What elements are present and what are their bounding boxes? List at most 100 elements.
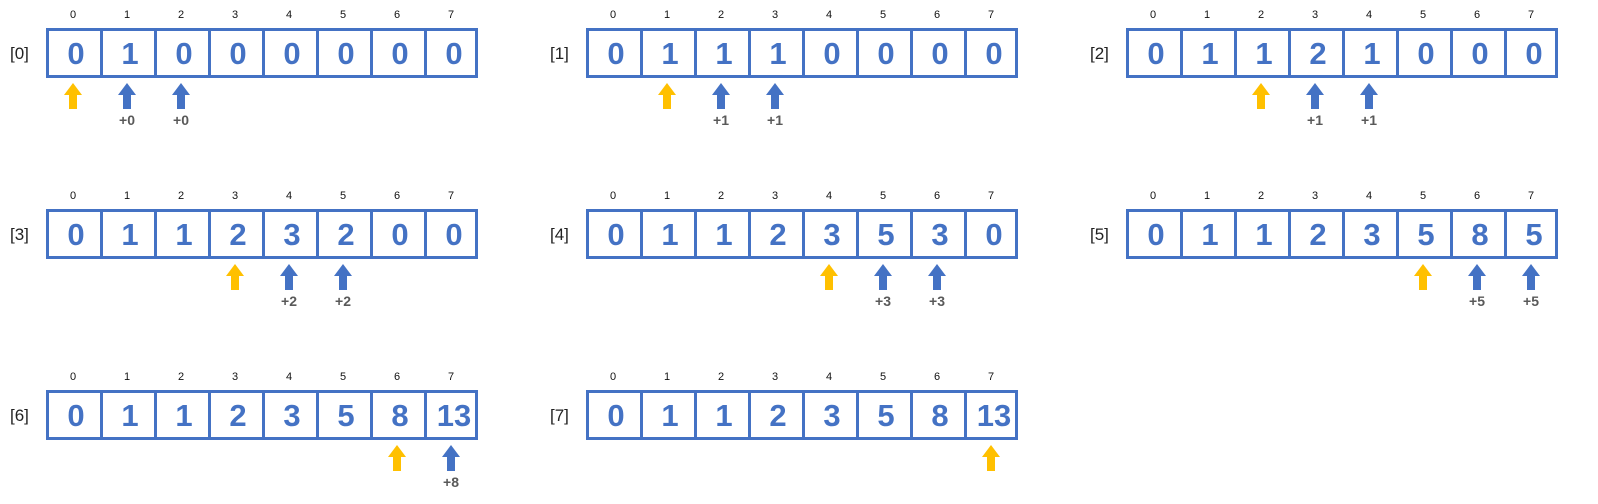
index-label: 0 (609, 190, 617, 202)
index-label: 2 (1257, 9, 1265, 21)
index-label: 4 (825, 371, 833, 383)
step-panel: [5] 0 1 2 3 4 5 6 7 0 1 1 2 3 5 8 5 +5 +5 (1090, 181, 1560, 309)
delta-label: +1 (713, 112, 729, 128)
index-label: 1 (663, 371, 671, 383)
array-cell: 0 (964, 31, 1021, 75)
index-label: 2 (177, 9, 185, 21)
array-cell: 0 (1147, 217, 1165, 252)
array-cell: 8 (910, 393, 967, 437)
array-cell: 0 (964, 212, 1021, 256)
index-label: 0 (69, 190, 77, 202)
array-cell: 0 (802, 31, 859, 75)
index-label: 2 (177, 190, 185, 202)
index-label: 2 (717, 371, 725, 383)
array-cell: 0 (1504, 31, 1561, 75)
array-cell: 1 (1180, 31, 1237, 75)
array-cell: 5 (856, 393, 913, 437)
array-cell: 2 (748, 393, 805, 437)
index-label: 3 (771, 190, 779, 202)
array-cell: 1 (640, 393, 697, 437)
index-label: 5 (339, 190, 347, 202)
index-label: 0 (609, 9, 617, 21)
index-label: 3 (231, 190, 239, 202)
delta-label: +1 (1307, 112, 1323, 128)
current-pointer-arrow-up-icon (1414, 264, 1432, 290)
array-cell: 0 (607, 36, 625, 71)
array-cell: 0 (910, 31, 967, 75)
step-label: [2] (1090, 44, 1109, 63)
dp-array: 01121000 (1126, 28, 1558, 78)
index-label: 7 (447, 9, 455, 21)
index-label: 6 (393, 190, 401, 202)
array-cell: 1 (748, 31, 805, 75)
array-cell: 3 (802, 393, 859, 437)
index-label: 1 (663, 190, 671, 202)
index-label: 2 (717, 9, 725, 21)
update-pointer-arrow-up-icon (172, 83, 190, 109)
update-pointer-arrow-up-icon (1306, 83, 1324, 109)
dp-array: 0 1 1 2 3 5 8 13 (46, 390, 478, 440)
index-label: 2 (177, 371, 185, 383)
array-cell: 1 (100, 31, 157, 75)
array-cell: 3 (262, 393, 319, 437)
array-cell: 0 (424, 31, 481, 75)
step-label: [1] (550, 44, 569, 63)
array-cell: 0 (370, 212, 427, 256)
array-cell: 0 (607, 398, 625, 433)
update-pointer-arrow-up-icon (118, 83, 136, 109)
index-label: 1 (123, 190, 131, 202)
index-label: 5 (1419, 9, 1427, 21)
array-cell: 0 (262, 31, 319, 75)
index-label: 6 (1473, 9, 1481, 21)
index-label: 6 (933, 371, 941, 383)
index-label: 5 (1419, 190, 1427, 202)
index-label: 6 (933, 9, 941, 21)
current-pointer-arrow-up-icon (64, 83, 82, 109)
index-label: 5 (879, 190, 887, 202)
index-label: 0 (1149, 9, 1157, 21)
step-label: [6] (10, 406, 29, 425)
delta-label: +3 (875, 293, 891, 309)
array-cell: 0 (607, 217, 625, 252)
index-label: 7 (1527, 9, 1535, 21)
array-cell: 1 (100, 393, 157, 437)
step-label: [4] (550, 225, 569, 244)
array-cell: 0 (208, 31, 265, 75)
array-cell: 0 (1450, 31, 1507, 75)
dp-array: 01123585 (1126, 209, 1558, 259)
delta-label: +0 (119, 112, 135, 128)
index-label: 0 (609, 371, 617, 383)
index-label: 7 (987, 9, 995, 21)
index-label: 7 (987, 190, 995, 202)
array-cell: 0 (154, 31, 211, 75)
array-cell: 3 (1342, 212, 1399, 256)
index-label: 6 (393, 371, 401, 383)
dp-array: 01123200 (46, 209, 478, 259)
array-cell: 5 (1504, 212, 1561, 256)
update-pointer-arrow-up-icon (1522, 264, 1540, 290)
array-cell: 0 (424, 212, 481, 256)
array-cell: 0 (67, 217, 85, 252)
current-pointer-arrow-up-icon (982, 445, 1000, 471)
index-label: 1 (663, 9, 671, 21)
step-label: [3] (10, 225, 29, 244)
array-cell: 1 (1342, 31, 1399, 75)
update-pointer-arrow-up-icon (280, 264, 298, 290)
array-cell: 2 (748, 212, 805, 256)
array-cell: 3 (262, 212, 319, 256)
index-label: 7 (1527, 190, 1535, 202)
index-label: 5 (339, 371, 347, 383)
dp-array: 01000000 (46, 28, 478, 78)
array-cell: 8 (1450, 212, 1507, 256)
current-pointer-arrow-up-icon (658, 83, 676, 109)
current-pointer-arrow-up-icon (820, 264, 838, 290)
array-cell: 2 (1288, 31, 1345, 75)
index-label: 7 (987, 371, 995, 383)
step-label: [5] (1090, 225, 1109, 244)
index-label: 5 (879, 371, 887, 383)
array-cell: 1 (100, 212, 157, 256)
array-cell: 8 (370, 393, 427, 437)
array-cell: 1 (1180, 212, 1237, 256)
update-pointer-arrow-up-icon (766, 83, 784, 109)
array-cell: 2 (208, 212, 265, 256)
